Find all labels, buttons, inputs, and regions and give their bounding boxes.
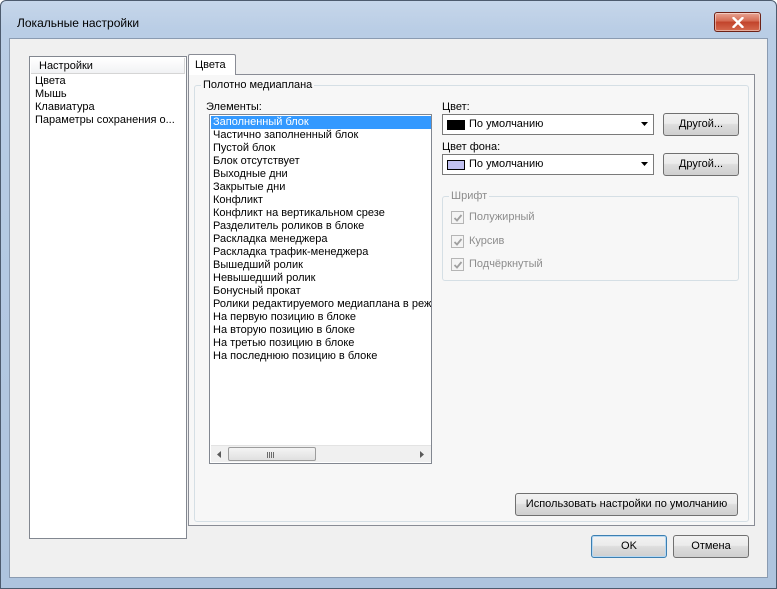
color-select-value: По умолчанию	[469, 118, 544, 130]
color-label: Цвет:	[442, 101, 470, 113]
color-select-dropdown[interactable]	[636, 115, 653, 134]
category-list-header-label: Настройки	[39, 60, 93, 72]
italic-label: Курсив	[469, 235, 505, 247]
settings-dialog: Локальные настройки Настройки Цвета Мышь…	[0, 0, 777, 589]
elements-label: Элементы:	[206, 101, 262, 113]
checkmark-icon	[453, 261, 463, 269]
color-select[interactable]: По умолчанию	[442, 114, 654, 135]
element-list-item[interactable]: Невышедший ролик	[211, 272, 431, 285]
cancel-button[interactable]: Отмена	[673, 535, 749, 558]
font-group-title: Шрифт	[449, 189, 490, 203]
element-list-item[interactable]: Бонусный прокат	[211, 285, 431, 298]
element-list-item[interactable]: Конфликт	[211, 194, 431, 207]
checkmark-icon	[453, 214, 463, 222]
settings-category-list[interactable]: Настройки Цвета Мышь Клавиатура Параметр…	[29, 56, 187, 539]
bg-color-select-dropdown[interactable]	[636, 155, 653, 174]
element-list-item[interactable]: Ролики редактируемого медиаплана в реж	[211, 298, 431, 311]
italic-checkbox[interactable]	[451, 235, 464, 248]
color-swatch	[447, 120, 465, 130]
arrow-left-icon	[217, 451, 221, 458]
category-item-mouse[interactable]: Мышь	[35, 88, 185, 101]
bold-label: Полужирный	[469, 211, 535, 223]
media-plan-canvas-group: Полотно медиаплана Элементы: Заполненный…	[194, 78, 749, 522]
element-list-item[interactable]: Закрытые дни	[211, 181, 431, 194]
bold-checkbox[interactable]	[451, 211, 464, 224]
element-list-item[interactable]: На первую позицию в блоке	[211, 311, 431, 324]
ok-button[interactable]: OK	[591, 535, 667, 558]
element-list-item[interactable]: Вышедший ролик	[211, 259, 431, 272]
chevron-down-icon	[641, 162, 648, 166]
category-item-colors[interactable]: Цвета	[35, 75, 185, 88]
element-list-item[interactable]: На последнюю позицию в блоке	[211, 350, 431, 363]
element-list-item[interactable]: Частично заполненный блок	[211, 129, 431, 142]
element-list-item[interactable]: Раскладка трафик-менеджера	[211, 246, 431, 259]
scroll-right-button[interactable]	[414, 446, 431, 462]
elements-listbox[interactable]: Заполненный блок Частично заполненный бло…	[209, 114, 432, 464]
bg-color-label: Цвет фона:	[442, 141, 501, 153]
underline-checkbox[interactable]	[451, 258, 464, 271]
category-item-save-params[interactable]: Параметры сохранения о...	[35, 114, 185, 127]
arrow-right-icon	[420, 451, 424, 458]
use-defaults-button[interactable]: Использовать настройки по умолчанию	[515, 493, 738, 516]
element-list-item[interactable]: Раскладка менеджера	[211, 233, 431, 246]
element-list-item[interactable]: Заполненный блок	[211, 116, 431, 129]
checkmark-icon	[453, 238, 463, 246]
close-icon	[732, 17, 744, 28]
bg-color-other-button[interactable]: Другой...	[663, 153, 739, 176]
ok-button-label: OK	[621, 540, 637, 552]
bg-color-swatch	[447, 160, 465, 170]
close-button[interactable]	[714, 12, 761, 32]
chevron-down-icon	[641, 122, 648, 126]
underline-label: Подчёркнутый	[469, 258, 543, 270]
element-list-item[interactable]: На третью позицию в блоке	[211, 337, 431, 350]
color-other-button[interactable]: Другой...	[663, 113, 739, 136]
scroll-left-button[interactable]	[211, 446, 228, 462]
elements-horizontal-scrollbar[interactable]	[211, 445, 431, 462]
bg-color-select-value: По умолчанию	[469, 158, 544, 170]
scroll-thumb[interactable]	[228, 447, 316, 461]
title-bar[interactable]: Локальные настройки	[1, 1, 776, 37]
tab-colors-label: Цвета	[195, 59, 226, 71]
font-group: Шрифт Полужирный Курсив Подчёркнутый	[442, 189, 739, 281]
element-list-item[interactable]: Блок отсутствует	[211, 155, 431, 168]
grip-icon	[267, 452, 276, 458]
element-list-item[interactable]: Конфликт на вертикальном срезе	[211, 207, 431, 220]
bg-color-select[interactable]: По умолчанию	[442, 154, 654, 175]
category-list-header: Настройки	[31, 58, 185, 74]
element-list-item[interactable]: На вторую позицию в блоке	[211, 324, 431, 337]
dialog-client-area: Настройки Цвета Мышь Клавиатура Параметр…	[9, 38, 768, 578]
element-list-item[interactable]: Разделитель роликов в блоке	[211, 220, 431, 233]
media-plan-canvas-group-title: Полотно медиаплана	[201, 78, 315, 92]
element-list-item[interactable]: Пустой блок	[211, 142, 431, 155]
window-title: Локальные настройки	[17, 16, 140, 30]
colors-tab-panel: Полотно медиаплана Элементы: Заполненный…	[188, 74, 755, 526]
element-list-item[interactable]: Выходные дни	[211, 168, 431, 181]
category-item-keyboard[interactable]: Клавиатура	[35, 101, 185, 114]
tab-colors[interactable]: Цвета	[188, 54, 236, 75]
